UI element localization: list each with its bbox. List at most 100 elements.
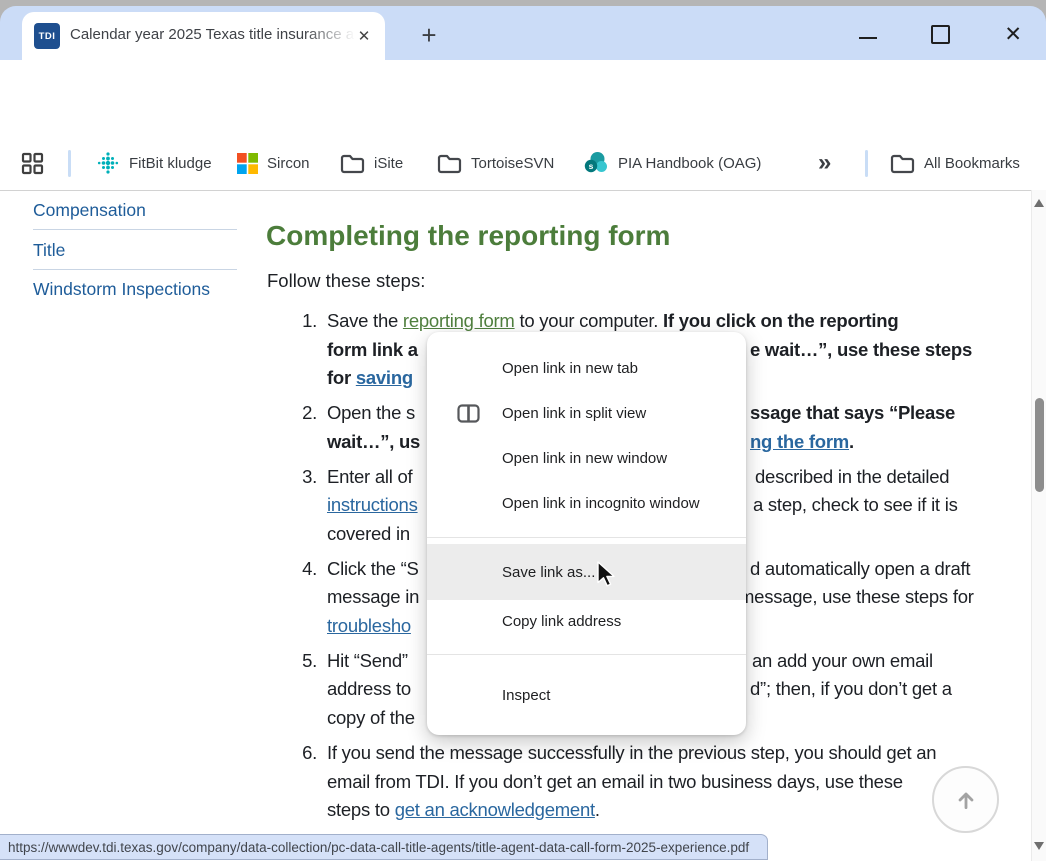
page-link[interactable]: reporting form [403, 310, 515, 331]
scrollbar-thumb[interactable] [1035, 398, 1044, 492]
list-item-number: 5. [288, 650, 317, 672]
text-run: an add your own email [752, 650, 933, 672]
menu-item-label: Open link in new tab [502, 360, 638, 377]
text-segment: ssage that says “Please [750, 402, 955, 423]
bookmark-sircon[interactable]: Sircon [237, 136, 310, 190]
text-segment: If you click on the reporting [663, 310, 898, 331]
window-controls: ✕ [859, 22, 1022, 46]
bookmark-folder-tortoisesvn[interactable]: TortoiseSVN [437, 136, 554, 190]
list-item-line: email from TDI. If you don’t get an emai… [327, 771, 1017, 800]
bookmarks-overflow-icon[interactable]: » [818, 136, 831, 190]
list-item-number: 1. [288, 310, 317, 332]
text-run: a step, check to see if it is [753, 494, 958, 516]
menu-item-label: Inspect [502, 687, 550, 704]
apps-grid-icon[interactable] [21, 152, 44, 175]
split-view-icon [457, 404, 480, 423]
bookmark-label: Sircon [267, 155, 310, 172]
bookmarks-divider [865, 150, 868, 177]
menu-item-open-link-new-window[interactable]: Open link in new window [427, 436, 746, 481]
page-link[interactable]: saving [356, 367, 413, 388]
menu-item-open-link-split-view[interactable]: Open link in split view [427, 391, 746, 436]
text-segment: d”; then, if you don’t get a [750, 678, 952, 699]
page-link[interactable]: get an acknowledgement [395, 799, 595, 820]
mouse-cursor [597, 561, 623, 589]
text-run: d automatically open a draft [750, 558, 970, 580]
text-segment: to your computer. [515, 310, 663, 331]
browser-toolbar: https://www.tdi.texas.gov/company/data-c… [0, 60, 1046, 136]
maximize-button[interactable] [931, 25, 950, 44]
text-segment: address to [327, 678, 411, 699]
scrollbar-up-icon[interactable] [1034, 199, 1044, 207]
bookmark-fitbit-kludge[interactable]: FitBit kludge [96, 136, 212, 190]
text-run: message, use these steps for [739, 586, 974, 608]
scroll-to-top-button[interactable] [932, 766, 999, 833]
context-menu: Open link in new tab Open link in split … [427, 332, 746, 735]
sharepoint-icon: s [583, 150, 609, 176]
text-segment: Click the “S [327, 558, 419, 579]
menu-item-label: Save link as... [502, 564, 595, 581]
page-scrollbar[interactable] [1031, 190, 1046, 861]
menu-item-label: Copy link address [502, 613, 621, 630]
menu-item-label: Open link in incognito window [502, 495, 700, 512]
list-item-number: 4. [288, 558, 317, 580]
bookmark-label: PIA Handbook (OAG) [618, 155, 761, 172]
text-segment: Hit “Send” [327, 650, 413, 671]
text-segment: d automatically open a draft [750, 558, 970, 579]
scrollbar-down-icon[interactable] [1034, 842, 1044, 850]
text-run: described in the detailed [755, 466, 949, 488]
page-link[interactable]: instructions [327, 494, 418, 515]
text-segment: a step, check to see if it is [753, 494, 958, 515]
text-segment: Enter all of [327, 466, 412, 487]
list-item-line: steps to get an acknowledgement. [327, 799, 1017, 828]
text-segment: an add your own email [752, 650, 933, 671]
folder-icon [890, 153, 915, 174]
microsoft-icon [237, 153, 258, 174]
status-bar-url: https://wwwdev.tdi.texas.gov/company/dat… [8, 840, 749, 855]
menu-item-open-link-incognito[interactable]: Open link in incognito window [427, 481, 746, 526]
menu-item-copy-link-address[interactable]: Copy link address [427, 600, 746, 642]
browser-window: TDI Calendar year 2025 Texas title insur… [0, 0, 1046, 861]
menu-item-inspect[interactable]: Inspect [427, 666, 746, 724]
text-segment: . [595, 799, 600, 820]
status-bar: https://wwwdev.tdi.texas.gov/company/dat… [0, 834, 768, 860]
tab-close-icon[interactable]: ✕ [353, 25, 375, 47]
text-segment: steps to [327, 799, 395, 820]
list-item-number: 6. [288, 742, 317, 764]
browser-tab[interactable]: TDI Calendar year 2025 Texas title insur… [22, 12, 385, 60]
menu-item-label: Open link in new window [502, 450, 667, 467]
text-segment: covered in [327, 523, 410, 544]
list-item-line: If you send the message successfully in … [327, 742, 1017, 771]
page-link[interactable]: troublesho [327, 615, 411, 636]
bookmark-pia-handbook[interactable]: s PIA Handbook (OAG) [583, 136, 761, 190]
all-bookmarks-label: All Bookmarks [924, 155, 1020, 172]
menu-item-label: Open link in split view [502, 405, 646, 422]
text-run: d”; then, if you don’t get a [750, 678, 952, 700]
list-item-number: 2. [288, 402, 317, 424]
text-segment: for [327, 367, 356, 388]
arrow-up-icon [953, 787, 979, 813]
text-segment: Save the [327, 310, 403, 331]
folder-icon [340, 153, 365, 174]
folder-icon [437, 153, 462, 174]
page-link[interactable]: ng the form [750, 431, 849, 452]
text-segment: Open the s [327, 402, 415, 423]
new-tab-button[interactable]: + [414, 20, 444, 50]
window-close-button[interactable]: ✕ [1004, 24, 1022, 45]
bookmark-label: FitBit kludge [129, 155, 212, 172]
list-item-number: 3. [288, 466, 317, 488]
bookmark-label: iSite [374, 155, 403, 172]
text-segment: message, use these steps for [739, 586, 974, 607]
bookmarks-divider [68, 150, 71, 177]
text-segment: email from TDI. If you don’t get an emai… [327, 771, 903, 792]
tdi-favicon: TDI [34, 23, 60, 49]
text-segment: wait…”, us [327, 431, 420, 452]
text-segment: described in the detailed [755, 466, 949, 487]
menu-item-open-link-new-tab[interactable]: Open link in new tab [427, 346, 746, 391]
bookmark-label: TortoiseSVN [471, 155, 554, 172]
all-bookmarks-button[interactable]: All Bookmarks [890, 136, 1020, 190]
menu-item-save-link-as[interactable]: Save link as... [427, 544, 746, 600]
menu-separator [427, 654, 746, 655]
minimize-button[interactable] [859, 37, 877, 39]
bookmark-folder-isite[interactable]: iSite [340, 136, 403, 190]
text-run: ng the form. [750, 431, 854, 453]
